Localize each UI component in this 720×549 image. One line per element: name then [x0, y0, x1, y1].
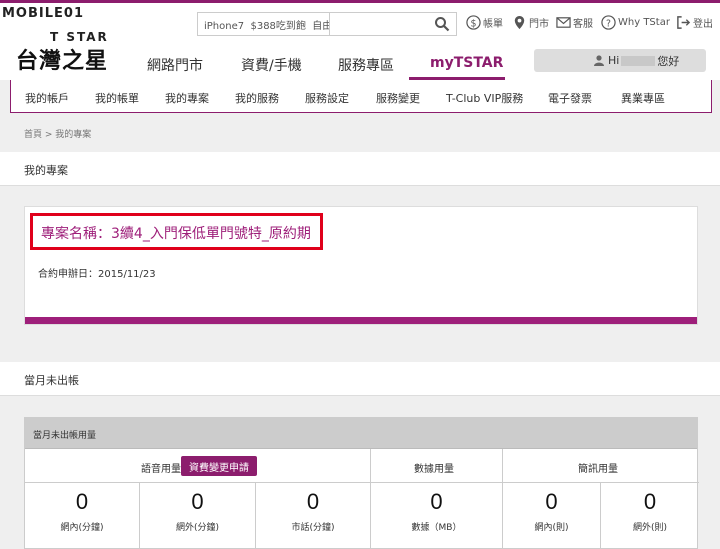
- plan-name-highlight: 專案名稱：3續4_入門保低單門號特_原約期: [30, 213, 323, 250]
- subnav-my-plan[interactable]: 我的專案: [165, 90, 209, 106]
- logout-icon: [677, 16, 691, 29]
- logo-text-en[interactable]: T STAR: [50, 30, 109, 44]
- redacted-name: [621, 55, 656, 66]
- greeting-prefix: Hi: [608, 54, 620, 67]
- usage-value: 0: [191, 489, 204, 514]
- unbilled-title: 當月未出帳: [24, 374, 79, 387]
- usage-table-title: 當月未出帳用量: [33, 431, 97, 441]
- nav-mytstar[interactable]: myTSTAR: [430, 55, 503, 71]
- search-icon[interactable]: [434, 16, 450, 32]
- nav-services[interactable]: 服務專區: [338, 55, 394, 75]
- mail-icon: [556, 17, 571, 28]
- question-icon: ?: [601, 15, 616, 30]
- logout-link[interactable]: 登出: [676, 15, 713, 30]
- subnav-my-services[interactable]: 我的服務: [235, 90, 279, 106]
- watermark: MOBILE01: [2, 6, 84, 21]
- page-title-bar: 我的專案: [0, 152, 720, 186]
- usage-cell-voice-landline: 0 市話(分鐘): [256, 483, 371, 549]
- service-label: 客服: [573, 19, 593, 30]
- subnav-e-invoice[interactable]: 電子發票: [548, 90, 592, 106]
- usage-unit: 網外(分鐘): [175, 523, 220, 533]
- usage-cell-sms-offnet: 0 網外(則): [601, 483, 699, 549]
- nav-online-store[interactable]: 網路門市: [147, 55, 203, 75]
- user-greeting[interactable]: Hi 您好: [534, 49, 706, 72]
- usage-cell-voice-onnet: 0 網內(分鐘): [25, 483, 140, 549]
- usage-unit: 數據（MB）: [411, 523, 462, 533]
- bill-link[interactable]: $ 帳單: [466, 15, 503, 30]
- data-group: 數據用量: [371, 449, 503, 483]
- usage-cell-sms-onnet: 0 網內(則): [503, 483, 601, 549]
- subnav-service-settings[interactable]: 服務設定: [305, 90, 349, 106]
- svg-text:?: ?: [606, 18, 611, 29]
- usage-cell-voice-offnet: 0 網外(分鐘): [140, 483, 256, 549]
- logout-label: 登出: [693, 19, 713, 30]
- store-link[interactable]: 門市: [512, 15, 549, 30]
- service-link[interactable]: 客服: [556, 15, 593, 30]
- logo-text-zh[interactable]: 台灣之星: [16, 43, 108, 75]
- voice-group: 語音用量 資費變更申請: [25, 449, 371, 483]
- map-pin-icon: [514, 15, 525, 30]
- sms-label: 簡訊用量: [578, 464, 618, 475]
- usage-unit: 網內(分鐘): [60, 523, 104, 533]
- usage-value: 0: [306, 489, 320, 514]
- contract-date: 合約申辦日：2015/11/23: [38, 269, 156, 280]
- store-label: 門市: [529, 19, 549, 30]
- bill-label: 帳單: [483, 19, 503, 30]
- plan-name: 專案名稱：3續4_入門保低單門號特_原約期: [41, 226, 311, 242]
- usage-value: 0: [545, 489, 558, 514]
- plan-card-accent: [25, 317, 697, 324]
- usage-unit: 市話(分鐘): [291, 523, 335, 533]
- search-input[interactable]: [198, 13, 330, 35]
- plan-card: 專案名稱：3續4_入門保低單門號特_原約期 合約申辦日：2015/11/23: [24, 206, 698, 325]
- sms-group: 簡訊用量: [503, 449, 699, 483]
- account-subnav: 我的帳戶 我的帳單 我的專案 我的服務 服務設定 服務變更 T-Club VIP…: [10, 80, 712, 113]
- dollar-icon: $: [466, 15, 481, 30]
- why-tstar-label: Why TStar: [618, 17, 670, 28]
- breadcrumb[interactable]: 首頁 > 我的專案: [24, 127, 91, 140]
- usage-cell-data: 0 數據（MB）: [371, 483, 503, 549]
- why-tstar-link[interactable]: ? Why TStar: [601, 15, 670, 30]
- greeting-suffix: 您好: [657, 54, 680, 68]
- plan-change-button[interactable]: 資費變更申請: [181, 456, 257, 476]
- usage-table-header: 當月未出帳用量: [25, 418, 697, 449]
- nav-plans-phones[interactable]: 資費/手機: [241, 55, 302, 75]
- subnav-my-bill[interactable]: 我的帳單: [95, 90, 139, 106]
- subnav-my-account[interactable]: 我的帳戶: [25, 90, 69, 106]
- user-icon: [594, 55, 604, 66]
- usage-value: 0: [430, 489, 443, 514]
- search-bar: [197, 12, 457, 36]
- usage-value: 0: [643, 489, 657, 514]
- subnav-service-change[interactable]: 服務變更: [376, 90, 420, 106]
- unbilled-title-bar: 當月未出帳: [0, 362, 720, 396]
- subnav-partner-zone[interactable]: 異業專區: [621, 90, 665, 106]
- page-title: 我的專案: [24, 164, 68, 177]
- voice-label: 語音用量: [141, 464, 181, 475]
- subnav-tclub-vip[interactable]: T-Club VIP服務: [446, 90, 523, 106]
- usage-value: 0: [75, 489, 89, 514]
- usage-unit: 網內(則): [534, 523, 569, 533]
- data-label: 數據用量: [414, 464, 454, 475]
- usage-unit: 網外(則): [632, 523, 668, 533]
- site-header: MOBILE01 T STAR 台灣之星 $ 帳單 門市 客服 ? Why TS…: [0, 3, 720, 81]
- svg-text:$: $: [471, 18, 477, 29]
- usage-table: 當月未出帳用量 語音用量 資費變更申請 數據用量 簡訊用量 0 網內(分鐘) 0…: [24, 417, 699, 549]
